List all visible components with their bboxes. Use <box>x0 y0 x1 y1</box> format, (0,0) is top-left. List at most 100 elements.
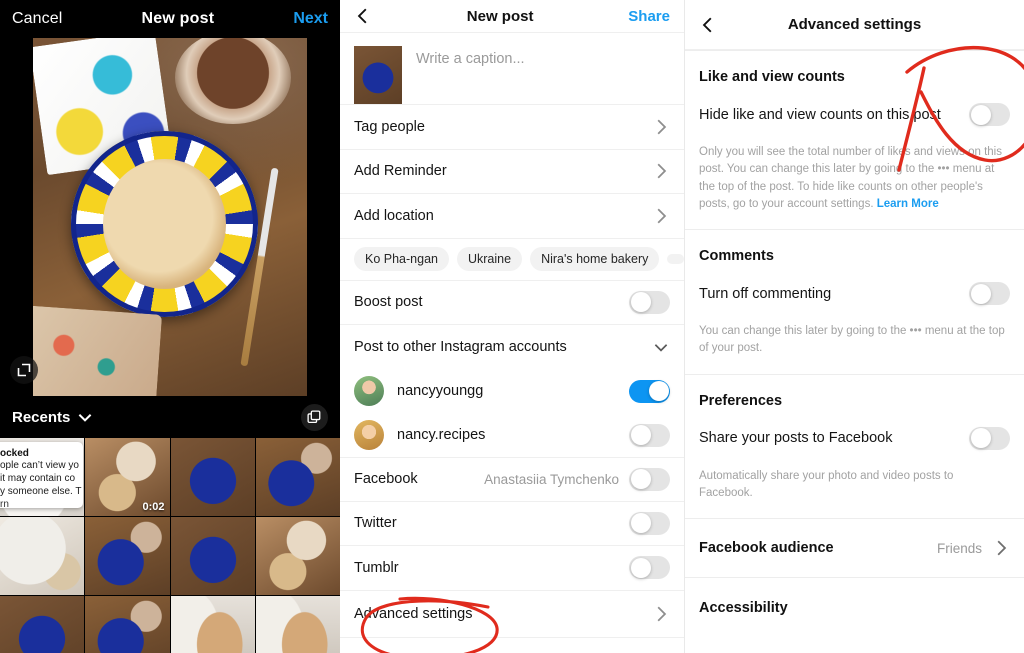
caption-row[interactable]: Write a caption... <box>340 33 684 105</box>
section-heading-comments: Comments <box>699 248 774 264</box>
facebook-audience-value: Friends <box>936 540 982 556</box>
chevron-right-icon <box>997 540 1007 556</box>
row-twitter[interactable]: Twitter <box>340 502 684 546</box>
thumbnail-cell[interactable] <box>255 438 340 516</box>
picker-preview[interactable] <box>0 38 340 396</box>
thumbnail-cell[interactable]: 0:02 <box>85 438 170 516</box>
newpost-top-bar: New post Share <box>340 0 684 33</box>
back-chevron-icon[interactable] <box>354 7 372 25</box>
multi-select-icon[interactable] <box>301 403 328 431</box>
thumbnail-cell[interactable] <box>170 517 255 595</box>
hide-like-counts-toggle[interactable] <box>969 103 1010 126</box>
row-label: Turn off commenting <box>699 285 832 302</box>
toast-line-3: y someone else. T <box>0 486 82 498</box>
account-row-nancyyoungg[interactable]: nancyyoungg <box>340 369 684 413</box>
chevron-right-icon <box>657 119 667 135</box>
share-posts-facebook-row[interactable]: Share your posts to Facebook <box>685 417 1024 460</box>
thumbnail-cell[interactable] <box>170 438 255 516</box>
row-label: Share your posts to Facebook <box>699 430 893 446</box>
hide-like-counts-row[interactable]: Hide like and view counts on this post <box>685 93 1024 136</box>
row-label: Facebook <box>354 471 418 488</box>
row-label: Add Reminder <box>354 163 447 180</box>
row-add-location[interactable]: Add location <box>340 194 684 239</box>
toast-line-1: ople can’t view yo <box>0 460 79 471</box>
gallery-label: Recents <box>12 408 71 426</box>
comments-note: You can change this later by going to th… <box>699 325 1005 355</box>
three-panel-screenshot: Cancel New post Next Recents 0:02 ocked … <box>0 0 1024 653</box>
advanced-title: Advanced settings <box>787 16 922 33</box>
row-add-reminder[interactable]: Add Reminder <box>340 150 684 194</box>
like-counts-note: Only you will see the total number of li… <box>685 136 1024 229</box>
note-text: Only you will see the total number of li… <box>699 146 1002 210</box>
location-suggestion-chips: Ko Pha-ngan Ukraine Nira's home bakery <box>340 239 684 281</box>
cancel-button[interactable]: Cancel <box>12 10 62 28</box>
account-toggle-nancy-recipes[interactable] <box>629 423 670 447</box>
newpost-title: New post <box>466 7 534 25</box>
toast-line-2: it may contain co <box>0 473 76 485</box>
section-heading-preferences: Preferences <box>699 392 783 409</box>
account-row-nancy-recipes[interactable]: nancy.recipes <box>340 413 684 457</box>
thumbnail-cell[interactable] <box>255 596 340 653</box>
avatar <box>354 376 384 406</box>
photo-detail-cloth <box>33 305 163 396</box>
caption-input[interactable]: Write a caption... <box>416 46 525 67</box>
accounts-section-label: Post to other Instagram accounts <box>354 339 567 355</box>
location-chip[interactable]: Ukraine <box>456 247 523 271</box>
facebook-toggle[interactable] <box>629 467 670 491</box>
row-boost-post[interactable]: Boost post <box>340 281 684 325</box>
share-facebook-note: Automatically share your photo and video… <box>699 469 954 499</box>
row-facebook[interactable]: Facebook Anastasiia Tymchenko <box>340 457 684 502</box>
row-tumblr[interactable]: Tumblr <box>340 546 684 591</box>
row-label: Tag people <box>354 118 425 135</box>
share-button[interactable]: Share <box>628 8 670 25</box>
row-label: Add location <box>354 207 434 224</box>
thumbnail-cell[interactable] <box>0 596 85 653</box>
location-chip[interactable]: Nira's home bakery <box>530 247 660 271</box>
picker-title: New post <box>141 10 215 27</box>
chevron-right-icon <box>657 208 667 224</box>
avatar <box>354 420 384 450</box>
photo-detail-plate <box>71 131 258 318</box>
thumbnail-cell[interactable] <box>85 517 170 595</box>
picker-top-bar: Cancel New post Next <box>0 0 340 38</box>
thumbnail-cell[interactable] <box>255 517 340 595</box>
accounts-section-header[interactable]: Post to other Instagram accounts <box>340 325 684 369</box>
panel-new-post-details: New post Share Write a caption... Tag pe… <box>340 0 684 653</box>
learn-more-link[interactable]: Learn More <box>877 198 939 210</box>
row-tag-people[interactable]: Tag people <box>340 105 684 150</box>
share-posts-facebook-toggle[interactable] <box>969 426 1010 450</box>
thumbnail-cell[interactable] <box>85 596 170 653</box>
next-button[interactable]: Next <box>293 10 328 28</box>
twitter-toggle[interactable] <box>629 511 670 535</box>
row-label: Hide like and view counts on this post <box>699 106 941 123</box>
turn-off-commenting-row[interactable]: Turn off commenting <box>685 272 1024 315</box>
blocked-notification-toast: ocked ople can’t view yo it may contain … <box>0 442 83 508</box>
section-heading-like-counts: Like and view counts <box>699 69 845 85</box>
section-heading-accessibility: Accessibility <box>699 600 788 616</box>
facebook-audience-row[interactable]: Facebook audience Friends <box>685 519 1024 577</box>
thumbnail-cell[interactable] <box>170 596 255 653</box>
photo-food-plate <box>33 38 307 396</box>
chevron-right-icon <box>657 163 667 179</box>
tumblr-toggle[interactable] <box>629 556 670 580</box>
account-toggle-nancyyoungg[interactable] <box>629 379 670 403</box>
location-chip-truncated[interactable] <box>667 254 684 264</box>
row-label: Facebook audience <box>699 540 834 556</box>
boost-post-toggle[interactable] <box>629 290 670 314</box>
photo-detail-coffee-cup <box>175 38 291 124</box>
advanced-settings-row[interactable]: Advanced settings <box>340 591 684 638</box>
toast-title: ocked <box>0 448 29 459</box>
expand-icon[interactable] <box>10 356 38 384</box>
chevron-right-icon <box>657 606 667 621</box>
account-name: nancy.recipes <box>397 427 486 443</box>
turn-off-commenting-toggle[interactable] <box>969 282 1010 305</box>
preview-photo <box>33 38 307 396</box>
chevron-down-icon <box>79 414 92 422</box>
gallery-selector[interactable]: Recents <box>12 408 94 426</box>
thumbnail-cell[interactable] <box>0 517 85 595</box>
location-chip[interactable]: Ko Pha-ngan <box>354 247 449 271</box>
panel-media-picker: Cancel New post Next Recents 0:02 ocked … <box>0 0 340 653</box>
panel-advanced-settings: Advanced settings Like and view counts H… <box>684 0 1024 653</box>
post-thumbnail[interactable] <box>354 46 402 104</box>
toast-line-4[interactable]: rn <box>0 499 77 508</box>
